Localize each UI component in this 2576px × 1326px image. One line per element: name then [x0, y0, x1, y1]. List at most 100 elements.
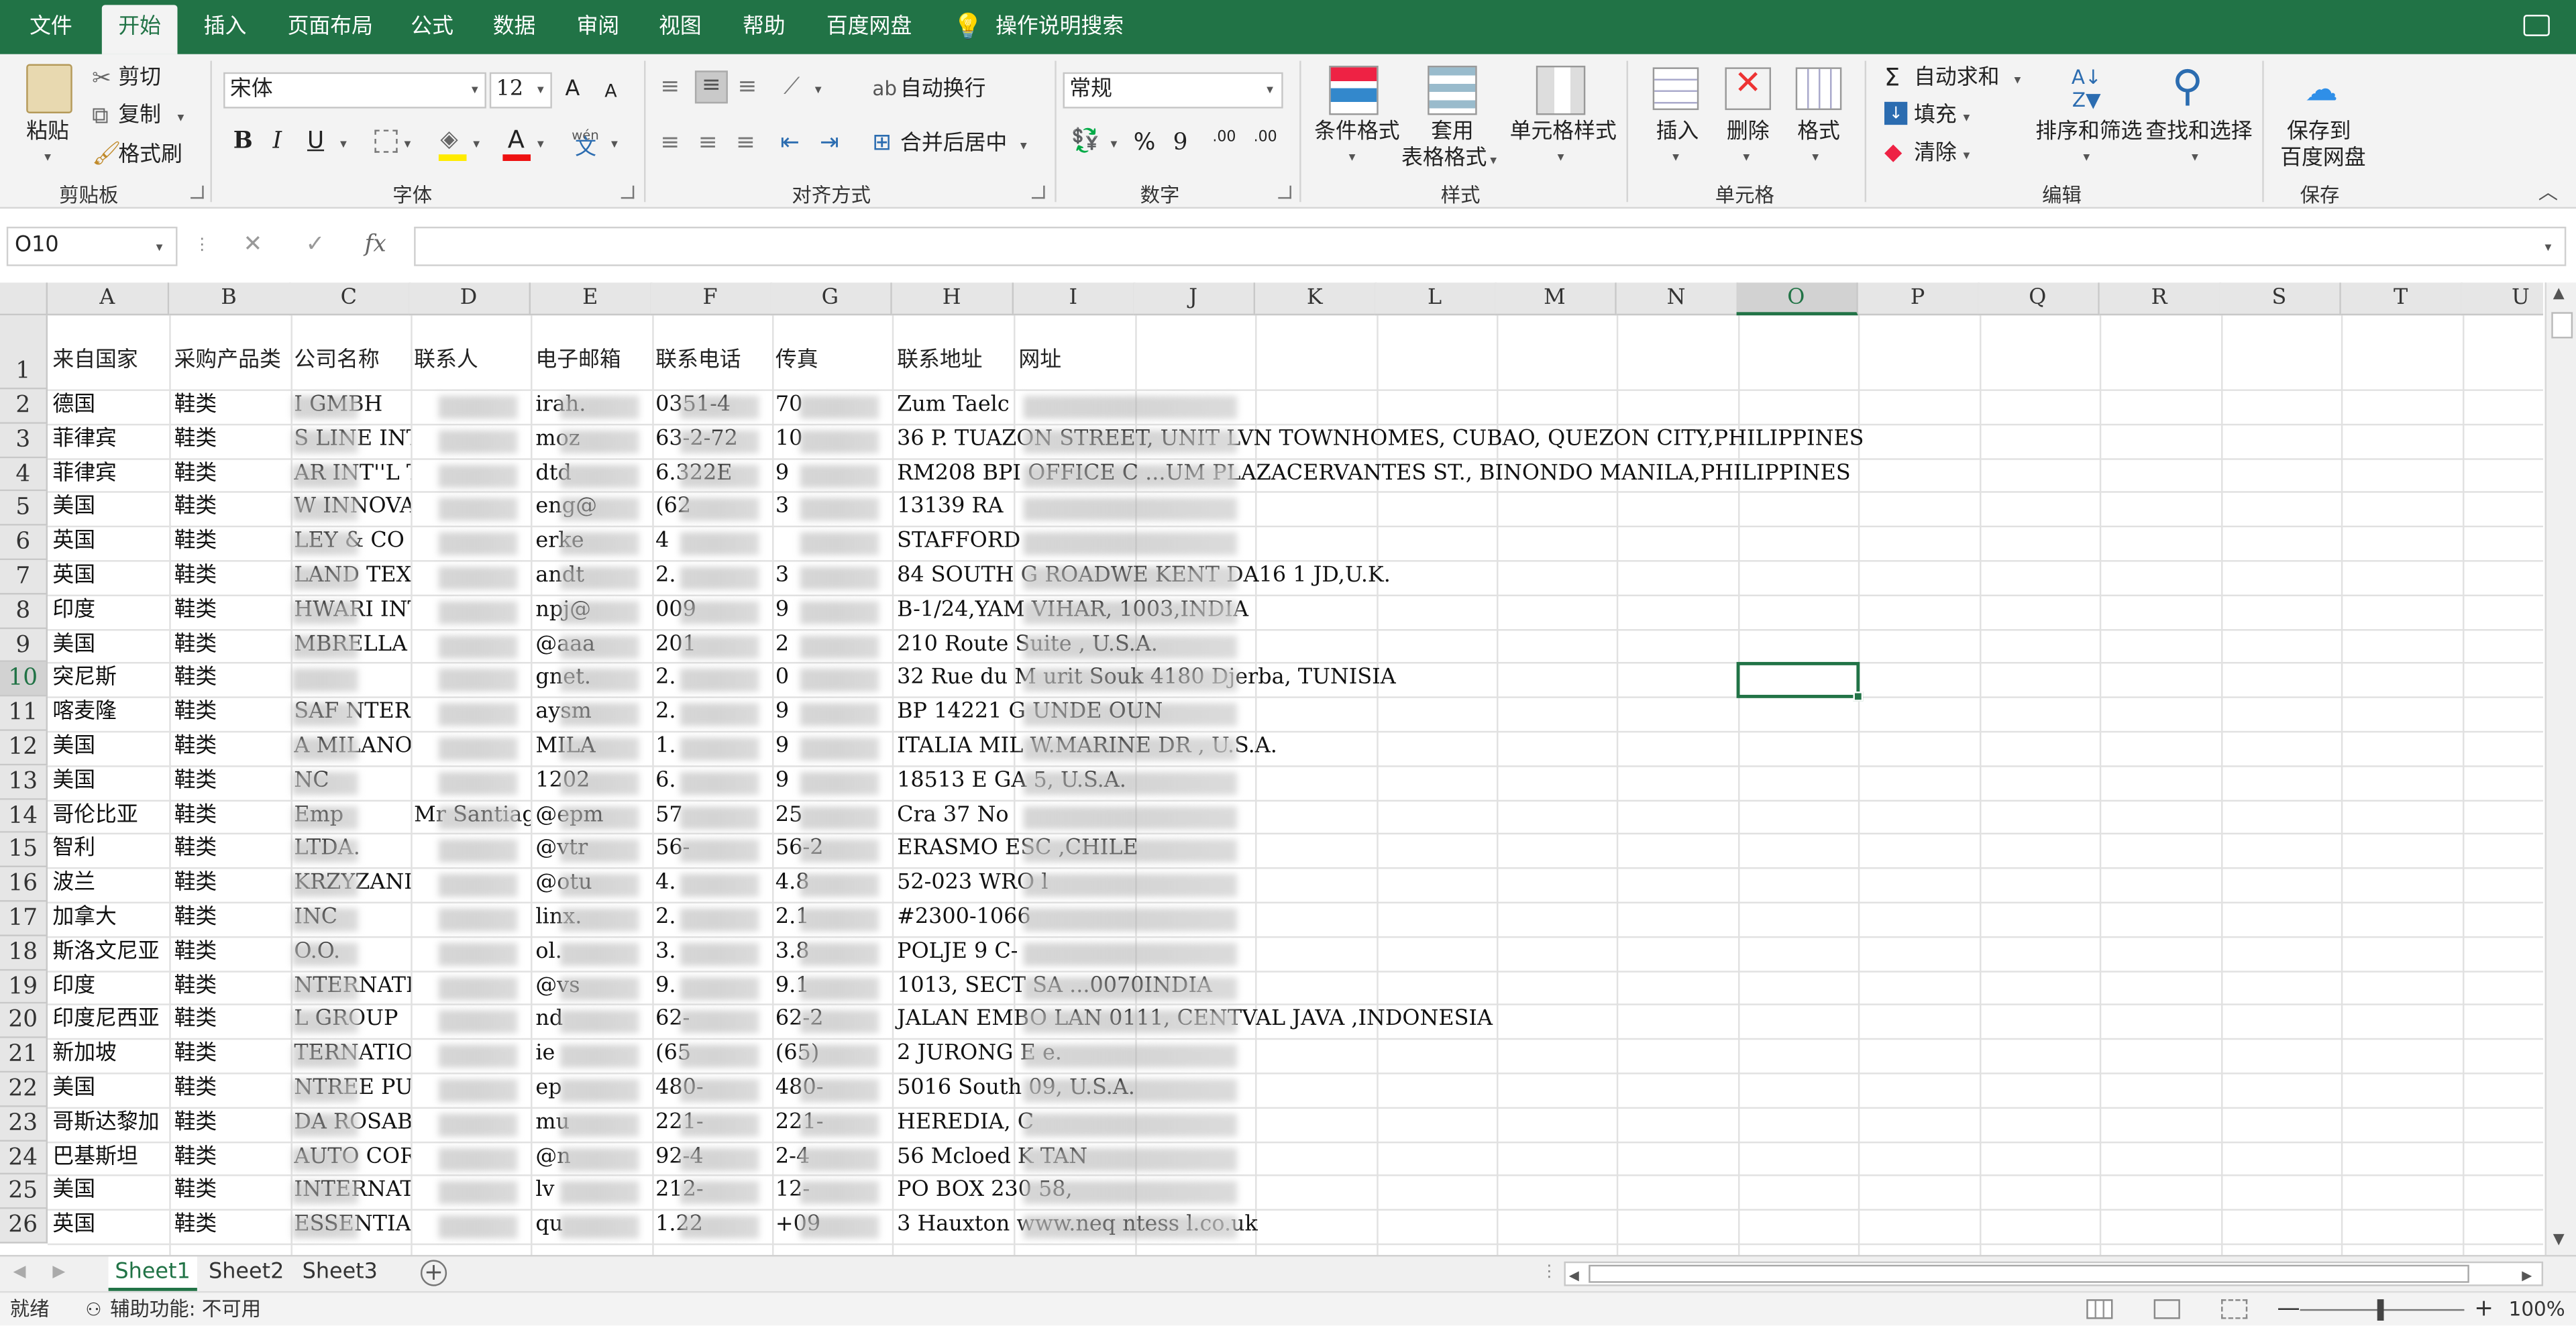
format-cells-dropdown-icon[interactable]: ▾ [1812, 150, 1819, 164]
row-header[interactable]: 13 [0, 765, 48, 799]
cell-a-24[interactable]: 巴基斯坦 [48, 1141, 168, 1175]
sort-filter-icon[interactable]: A↓ Z▼ [2061, 66, 2110, 115]
sheet-tab-1[interactable]: Sheet1 [108, 1256, 197, 1291]
currency-icon[interactable]: 💱 [1071, 128, 1100, 154]
scroll-right-icon[interactable]: ▶ [2522, 1263, 2532, 1289]
sheet-tab-2[interactable]: Sheet2 [202, 1256, 290, 1290]
menu-home[interactable]: 开始 [101, 5, 178, 54]
cell-styles-dropdown-icon[interactable]: ▾ [1558, 150, 1564, 164]
row-header[interactable]: 18 [0, 936, 48, 971]
scroll-left-icon[interactable]: ◀ [1569, 1263, 1579, 1289]
delete-cells-dropdown-icon[interactable]: ▾ [1743, 150, 1750, 164]
zoom-out-icon[interactable]: — [2277, 1292, 2300, 1325]
baidu-cloud-icon[interactable]: ☁ [2297, 67, 2346, 110]
page-break-view-icon[interactable] [2221, 1299, 2248, 1319]
column-header-f[interactable]: F [650, 282, 771, 316]
phonetic-button[interactable]: 文 [575, 136, 596, 162]
row-header[interactable]: 6 [0, 526, 48, 561]
percent-button[interactable]: % [1134, 129, 1156, 156]
autosum-button[interactable]: 自动求和 [1914, 66, 1999, 92]
cell-b-17[interactable]: 鞋类 [169, 902, 290, 936]
cell-b-24[interactable]: 鞋类 [169, 1141, 290, 1175]
row-header[interactable]: 14 [0, 799, 48, 834]
font-color-button[interactable]: A [508, 127, 525, 153]
table-format-line1[interactable]: 套用 [1431, 120, 1474, 146]
cell-a-10[interactable]: 突尼斯 [48, 663, 168, 697]
cell-b-9[interactable]: 鞋类 [169, 628, 290, 663]
column-header-h[interactable]: H [892, 282, 1013, 316]
cell-b-3[interactable]: 鞋类 [169, 423, 290, 457]
horizontal-scrollbar[interactable]: ◀ ▶ [1564, 1261, 2544, 1289]
comma-button[interactable]: 9 [1173, 129, 1188, 156]
cell-b-2[interactable]: 鞋类 [169, 389, 290, 423]
decrease-decimal-button[interactable]: .00 [1254, 125, 1277, 151]
border-icon[interactable] [374, 129, 398, 153]
scroll-up-icon[interactable]: ▲ [2553, 286, 2565, 302]
name-box[interactable]: O10 [6, 226, 178, 266]
fill-color-icon[interactable]: ◈ [440, 127, 458, 153]
cell-b-23[interactable]: 鞋类 [169, 1107, 290, 1141]
number-launcher-icon[interactable] [1278, 185, 1291, 199]
menu-view[interactable]: 视图 [643, 0, 718, 54]
table-format-icon[interactable] [1428, 65, 1477, 115]
column-header-n[interactable]: N [1616, 282, 1737, 316]
align-right-icon[interactable]: ≡ [736, 129, 755, 156]
column-header-u[interactable]: U [2461, 282, 2544, 316]
font-launcher-icon[interactable] [621, 185, 635, 199]
orientation-icon[interactable]: ⟋ [784, 74, 800, 100]
row-header[interactable]: 4 [0, 457, 48, 492]
cell-b-10[interactable]: 鞋类 [169, 663, 290, 697]
collapse-ribbon-icon[interactable]: ︿ [2538, 179, 2558, 205]
cell-b-21[interactable]: 鞋类 [169, 1038, 290, 1072]
border-dropdown-icon[interactable]: ▾ [404, 136, 411, 151]
cell-b-19[interactable]: 鞋类 [169, 970, 290, 1004]
cut-button[interactable]: 剪切 [118, 66, 161, 92]
cell-b-7[interactable]: 鞋类 [169, 560, 290, 594]
cell-a-6[interactable]: 英国 [48, 526, 168, 560]
font-name-select[interactable]: 宋体 [223, 72, 486, 109]
alignment-launcher-icon[interactable] [1031, 185, 1045, 199]
column-header-e[interactable]: E [531, 282, 652, 316]
cell-b-6[interactable]: 鞋类 [169, 526, 290, 560]
zoom-in-icon[interactable]: + [2474, 1292, 2493, 1325]
sheet-tab-3[interactable]: Sheet3 [296, 1256, 384, 1290]
merge-center-button[interactable]: 合并后居中 [900, 131, 1007, 158]
row-header[interactable]: 11 [0, 696, 48, 731]
formula-input[interactable] [414, 226, 2567, 266]
row-header[interactable]: 8 [0, 594, 48, 628]
cell-a-25[interactable]: 美国 [48, 1175, 168, 1209]
cell-a-26[interactable]: 英国 [48, 1209, 168, 1244]
cell-a-3[interactable]: 菲律宾 [48, 423, 168, 457]
menu-help[interactable]: 帮助 [726, 0, 802, 54]
delete-cells-icon[interactable]: ✕ [1725, 66, 1772, 111]
row-header[interactable]: 2 [0, 389, 48, 424]
column-header-d[interactable]: D [409, 282, 530, 316]
cell-styles-icon[interactable] [1536, 65, 1586, 115]
save-baidu-line1[interactable]: 保存到 [2287, 120, 2351, 146]
cell-a-8[interactable]: 印度 [48, 594, 168, 628]
italic-button[interactable]: I [273, 128, 282, 154]
align-middle-icon[interactable]: ≡ [694, 70, 728, 104]
vertical-scroll-thumb[interactable] [2551, 312, 2573, 339]
find-select-icon[interactable]: ⚲ [2172, 61, 2204, 113]
menu-page-layout[interactable]: 页面布局 [271, 0, 389, 54]
cancel-icon[interactable]: ✕ [243, 231, 262, 258]
cell-b-18[interactable]: 鞋类 [169, 936, 290, 970]
add-sheet-icon[interactable]: + [420, 1260, 447, 1286]
number-format-select[interactable]: 常规 [1063, 72, 1283, 109]
underline-dropdown-icon[interactable]: ▾ [340, 136, 347, 151]
copy-dropdown-icon[interactable]: ▾ [177, 110, 184, 125]
fill-handle[interactable] [1852, 692, 1862, 702]
conditional-dropdown-icon[interactable]: ▾ [1349, 150, 1356, 164]
column-header-t[interactable]: T [2341, 282, 2462, 316]
table-format-button[interactable]: 表格格式 [1401, 146, 1487, 172]
normal-view-icon[interactable] [2086, 1299, 2113, 1319]
font-color-dropdown-icon[interactable]: ▾ [537, 136, 544, 151]
row-header[interactable]: 7 [0, 560, 48, 595]
cell-b-25[interactable]: 鞋类 [169, 1175, 290, 1209]
cell-a-5[interactable]: 美国 [48, 492, 168, 526]
cell-b-11[interactable]: 鞋类 [169, 697, 290, 731]
bold-button[interactable]: B [233, 128, 253, 154]
decrease-indent-icon[interactable]: ⇤ [780, 129, 800, 156]
row-header[interactable]: 21 [0, 1038, 48, 1073]
